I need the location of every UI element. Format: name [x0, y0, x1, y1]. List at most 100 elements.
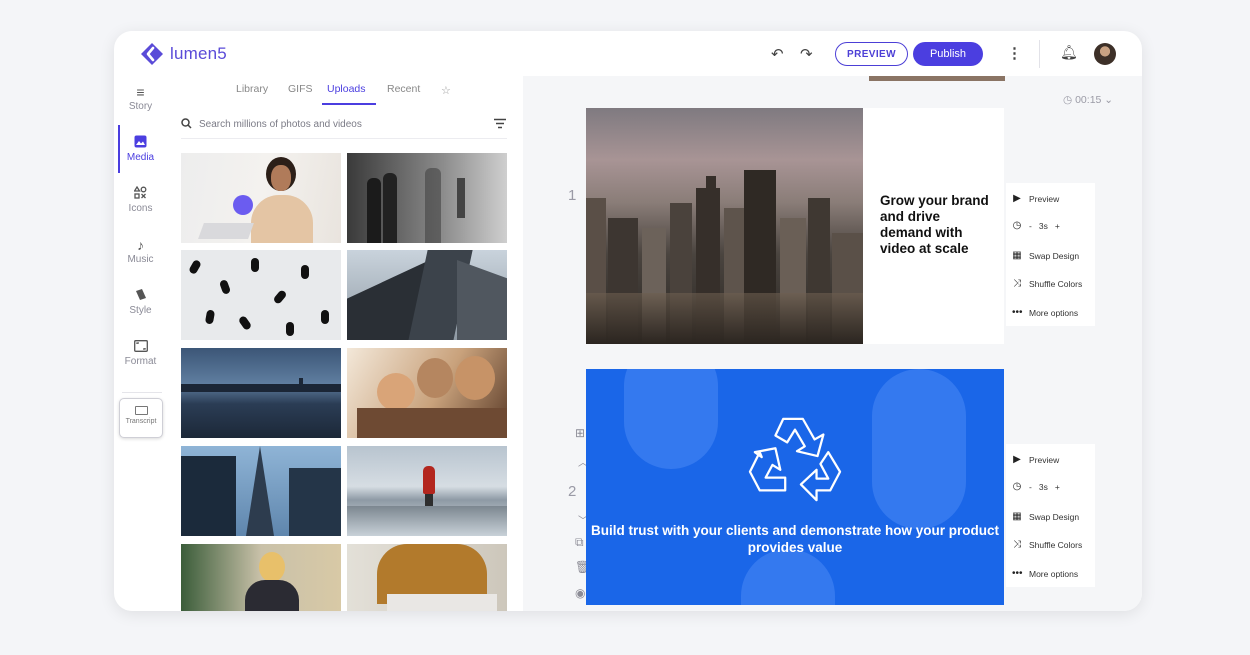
nav-music[interactable]: ♪ Music [114, 237, 167, 265]
decrease-duration-button[interactable]: - [1029, 221, 1032, 231]
logo-text: lumen5 [170, 44, 227, 63]
scene-1-slide[interactable]: Grow your brand and drive demand with vi… [586, 108, 1004, 344]
duplicate-icon[interactable]: ⧉ [575, 535, 584, 550]
divider [1039, 40, 1040, 68]
option-label: More options [1029, 307, 1079, 318]
scene-1-duration-option: ◷ -3s + [1012, 220, 1060, 231]
decor-shape [872, 369, 966, 529]
tab-uploads[interactable]: Uploads [327, 83, 366, 95]
video-duration[interactable]: ◷ 00:15 ⌄ [1063, 94, 1113, 106]
scene-2-slide[interactable]: Build trust with your clients and demons… [586, 369, 1004, 605]
story-icon: ≡ [136, 84, 145, 100]
more-horizontal-icon: ••• [1012, 307, 1023, 318]
media-tabs: Library GIFS Uploads Recent ☆ [169, 76, 523, 106]
nav-style[interactable]: Style [114, 288, 167, 316]
undo-icon[interactable]: ↶ [771, 45, 784, 63]
chevron-down-icon: ⌄ [1104, 94, 1114, 106]
scene-1-shuffle-colors-option[interactable]: ⤨ Shuffle Colors [1012, 278, 1082, 289]
shuffle-icon: ⤨ [1013, 539, 1021, 550]
transcript-label: Transcript [125, 418, 157, 425]
scene-number: 1 [568, 187, 577, 204]
media-thumbnail[interactable] [181, 544, 341, 611]
top-bar: lumen5 ↶ ↷ PREVIEW Publish ⋮ 🔔︎ [114, 31, 1142, 76]
nav-icons[interactable]: Icons [114, 185, 167, 214]
decor-shape [741, 549, 835, 605]
app-window: lumen5 ↶ ↷ PREVIEW Publish ⋮ 🔔︎ ≡ Story … [114, 31, 1142, 611]
increase-duration-button[interactable]: + [1055, 221, 1060, 231]
option-label: Shuffle Colors [1029, 278, 1083, 289]
scene-2-headline[interactable]: Build trust with your clients and demons… [586, 522, 1004, 556]
media-thumbnail[interactable] [181, 446, 341, 536]
nav-style-label: Style [129, 305, 152, 316]
scene-2-preview-option[interactable]: ▶ Preview [1012, 454, 1059, 465]
media-thumbnail[interactable] [347, 446, 507, 536]
tab-gifs[interactable]: GIFS [288, 83, 313, 95]
nav-media[interactable]: Media [114, 135, 167, 163]
media-thumbnail[interactable] [181, 250, 341, 340]
more-horizontal-icon: ••• [1012, 568, 1023, 579]
favorites-star-icon[interactable]: ☆ [441, 84, 451, 97]
tab-library[interactable]: Library [236, 83, 268, 95]
decor-shape [624, 369, 718, 469]
drag-cursor-indicator [233, 195, 253, 215]
music-icon: ♪ [137, 237, 144, 253]
scene-2-shuffle-colors-option[interactable]: ⤨ Shuffle Colors [1012, 539, 1082, 550]
scene-1-swap-design-option[interactable]: ▦ Swap Design [1012, 250, 1079, 261]
media-thumbnail[interactable] [181, 348, 341, 438]
recycle-icon [748, 417, 842, 502]
option-label: Swap Design [1029, 250, 1080, 261]
hide-scene-icon[interactable]: ◉ [575, 586, 585, 600]
timer-icon: ◷ [1012, 481, 1022, 492]
play-icon: ▶ [1013, 193, 1021, 204]
scene-1-headline[interactable]: Grow your brand and drive demand with vi… [880, 193, 990, 257]
media-thumbnail[interactable] [347, 153, 507, 243]
decrease-duration-button[interactable]: - [1029, 482, 1032, 492]
logo[interactable]: lumen5 [140, 42, 227, 66]
active-tab-underline [322, 103, 376, 105]
nav-format[interactable]: Format [114, 339, 167, 367]
scene-2-more-options[interactable]: ••• More options [1012, 568, 1078, 579]
scene-1-more-options[interactable]: ••• More options [1012, 307, 1078, 318]
redo-icon[interactable]: ↷ [800, 45, 813, 63]
tab-recent[interactable]: Recent [387, 83, 420, 95]
rail-divider [122, 392, 162, 393]
nav-format-label: Format [124, 356, 157, 367]
media-thumbnail[interactable] [347, 250, 507, 340]
side-navigation: ≡ Story Media Icons ♪ Music Style Format… [114, 76, 167, 611]
scene-canvas: ◷ 00:15 ⌄ 1 Grow your brand and drive de [523, 76, 1142, 611]
more-vertical-icon[interactable]: ⋮ [1007, 44, 1022, 62]
duration-setting: 3s [1038, 220, 1048, 231]
media-grid [181, 153, 507, 611]
option-label: Swap Design [1029, 511, 1080, 522]
option-label: Preview [1029, 193, 1060, 204]
option-label: Preview [1029, 454, 1060, 465]
search-icon [181, 118, 192, 132]
nav-story-label: Story [128, 101, 153, 112]
media-thumbnail[interactable] [181, 153, 341, 243]
transcript-icon [134, 406, 148, 415]
scene-2-swap-design-option[interactable]: ▦ Swap Design [1012, 511, 1079, 522]
filter-icon[interactable] [493, 117, 507, 132]
preview-button[interactable]: PREVIEW [835, 42, 908, 66]
publish-button[interactable]: Publish [913, 42, 983, 66]
media-panel: Library GIFS Uploads Recent ☆ [169, 76, 523, 611]
media-thumbnail[interactable] [347, 348, 507, 438]
icons-icon [114, 185, 167, 201]
add-scene-icon[interactable]: ⊞ [575, 426, 585, 440]
timer-icon: ◷ [1012, 220, 1022, 231]
media-thumbnail[interactable] [347, 544, 507, 611]
search-input[interactable] [199, 119, 459, 130]
notification-bell-icon[interactable]: 🔔︎ [1060, 44, 1078, 61]
format-icon [114, 339, 167, 354]
option-label: Shuffle Colors [1029, 539, 1083, 550]
media-icon [114, 135, 167, 150]
scene-1-preview-option[interactable]: ▶ Preview [1012, 193, 1059, 204]
increase-duration-button[interactable]: + [1055, 482, 1060, 492]
transcript-button[interactable]: Transcript [119, 398, 163, 438]
nav-story[interactable]: ≡ Story [114, 84, 167, 112]
swap-design-icon: ▦ [1012, 511, 1022, 522]
nav-music-label: Music [127, 254, 154, 265]
user-avatar[interactable] [1094, 43, 1116, 65]
shuffle-icon: ⤨ [1013, 278, 1021, 289]
play-icon: ▶ [1013, 454, 1021, 465]
